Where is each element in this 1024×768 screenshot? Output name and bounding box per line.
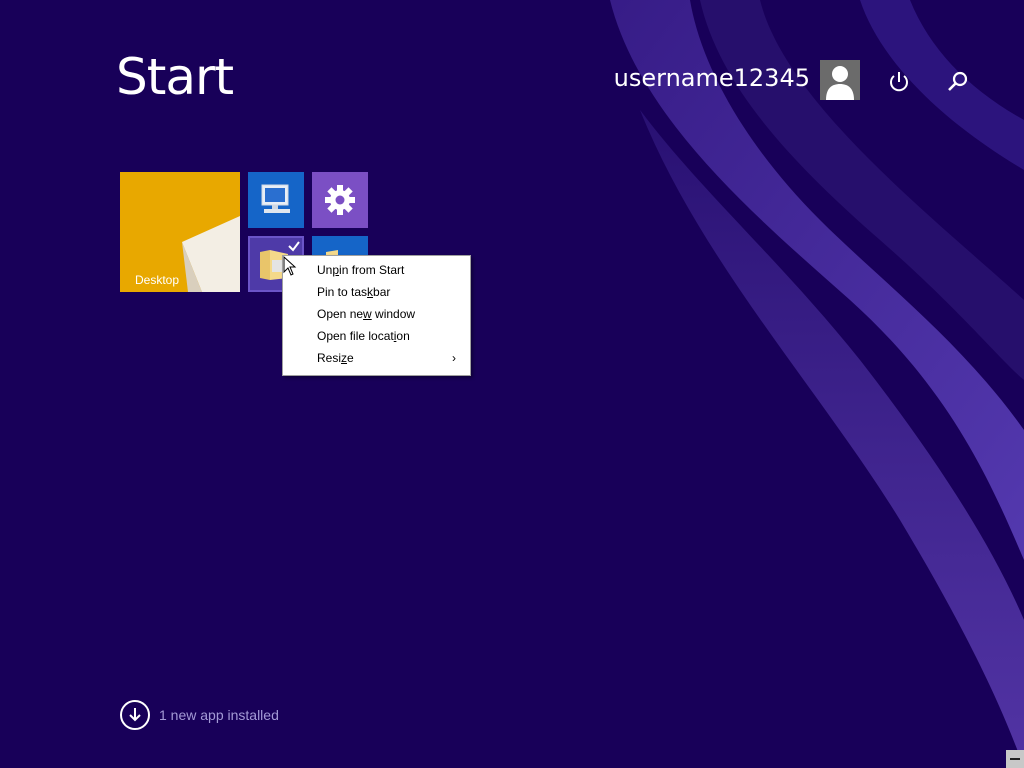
tile-pc-settings[interactable] [312,172,368,228]
gear-icon [325,185,355,215]
download-arrow-icon [120,700,150,730]
mouse-cursor-icon [283,256,297,276]
computer-icon [261,184,290,213]
menu-item-resize[interactable]: Resize › [283,347,470,369]
menu-item-open-new-window[interactable]: Open new window [283,303,470,325]
menu-item-open-file-location[interactable]: Open file location [283,325,470,347]
tile-this-pc[interactable] [248,172,304,228]
power-icon[interactable] [885,68,913,96]
user-avatar-icon[interactable] [820,60,860,100]
username-label[interactable]: username12345 [614,64,810,92]
chevron-right-icon: › [452,351,456,365]
search-icon[interactable] [944,68,972,96]
background-swirl [610,0,1024,768]
notification-text: 1 new app installed [159,707,279,723]
minimize-corner-button[interactable] [1006,750,1024,768]
menu-item-pin-to-taskbar[interactable]: Pin to taskbar [283,281,470,303]
menu-item-unpin-from-start[interactable]: Unpin from Start [283,259,470,281]
tile-context-menu: Unpin from Start Pin to taskbar Open new… [282,255,471,376]
tile-desktop[interactable]: Desktop [120,172,240,292]
selected-check-icon [288,241,300,252]
page-title: Start [116,48,234,106]
tile-desktop-label: Desktop [135,273,180,287]
